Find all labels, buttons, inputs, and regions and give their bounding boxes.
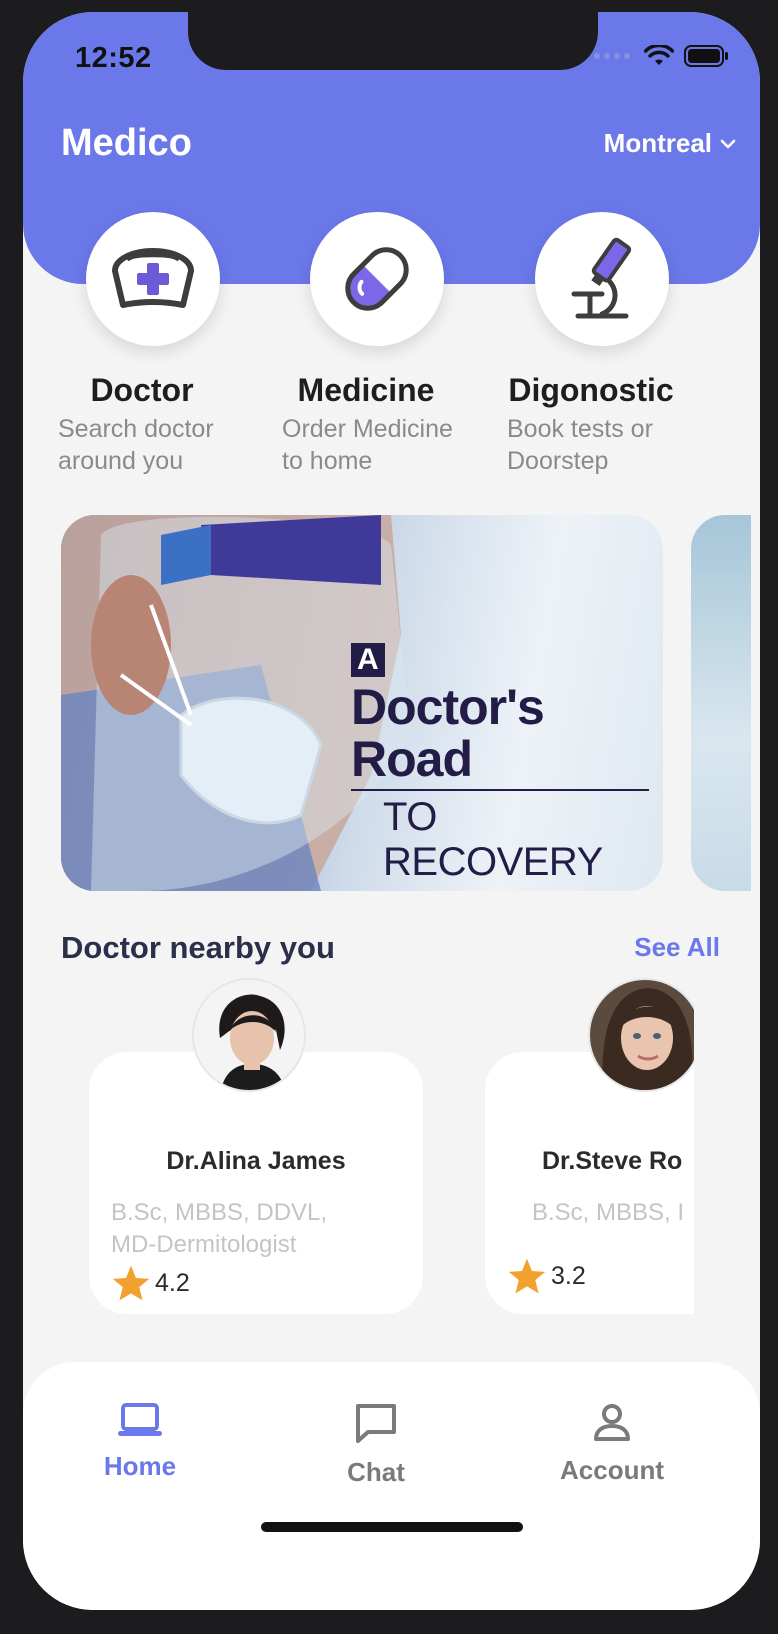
promo-banner[interactable]: A Doctor's Road TO RECOVERY <box>61 515 663 891</box>
app-title: Medico <box>61 122 192 164</box>
banner-line2: TO RECOVERY <box>383 795 603 884</box>
banner-title: A Doctor's Road TO RECOVERY <box>351 643 663 885</box>
service-name: Digonostic <box>508 372 674 408</box>
service-desc-line: Search doctor <box>58 415 214 443</box>
nav-chat[interactable]: Chat <box>286 1402 466 1488</box>
promo-banner-next[interactable] <box>691 515 751 891</box>
pill-icon <box>345 247 409 311</box>
service-desc-line: Book tests or <box>507 415 653 443</box>
star-icon <box>508 1258 546 1294</box>
battery-icon <box>684 45 728 67</box>
status-time: 12:52 <box>75 42 152 74</box>
service-desc-line: to home <box>282 447 373 475</box>
service-desc-line: Doorstep <box>507 447 609 475</box>
status-icons <box>594 44 730 68</box>
home-indicator[interactable] <box>261 1522 523 1532</box>
wifi-icon <box>644 45 674 65</box>
city-label: Montreal <box>603 128 712 158</box>
doctor-name: Dr.Steve Ro <box>542 1147 683 1175</box>
laptop-icon <box>118 1403 162 1436</box>
doctor-rating: 3.2 <box>507 1257 586 1295</box>
chevron-down-icon <box>720 139 736 148</box>
service-desc-line: around you <box>58 447 184 475</box>
user-icon <box>594 1404 630 1441</box>
doctor-degree-line: B.Sc, MBBS, DDVL, <box>111 1199 328 1226</box>
doctor-degrees: B.Sc, MBBS, DDVL, MD-Dermitologist <box>111 1197 371 1261</box>
service-medicine-circle[interactable] <box>310 212 444 346</box>
doctor-photo <box>590 980 694 1090</box>
service-desc: Book tests or Doorstep <box>472 413 692 477</box>
see-all-link[interactable]: See All <box>634 932 720 963</box>
doctor-rating: 4.2 <box>111 1264 190 1302</box>
nav-chat-label: Chat <box>347 1457 405 1487</box>
star-icon <box>112 1265 150 1301</box>
section-title: Doctor nearby you <box>61 930 335 965</box>
service-doctor[interactable]: Doctor Search doctor around you <box>23 212 243 477</box>
microscope-icon <box>571 237 632 319</box>
service-diagnostic-circle[interactable] <box>535 212 669 346</box>
bottom-nav: Home Chat Account <box>23 1362 760 1610</box>
nav-home[interactable]: Home <box>50 1402 230 1482</box>
service-name: Doctor <box>90 372 194 408</box>
notch <box>188 12 598 70</box>
banner-badge: A <box>351 643 385 677</box>
nav-home-label: Home <box>103 1451 177 1481</box>
phone-screen: 12:52 Medico Montreal Doctor Search doct… <box>23 12 760 1610</box>
service-doctor-circle[interactable] <box>86 212 220 346</box>
chat-bubble-icon <box>356 1404 396 1443</box>
doctor-list: Dr.Alina James B.Sc, MBBS, DDVL, MD-Derm… <box>23 972 694 1332</box>
doctor-degree-line: B.Sc, MBBS, I <box>532 1199 685 1226</box>
service-medicine[interactable]: Medicine Order Medicine to home <box>247 212 467 477</box>
banner-divider <box>351 789 649 791</box>
doctor-avatar[interactable] <box>588 978 694 1092</box>
city-selector[interactable]: Montreal <box>604 128 736 159</box>
doctor-rating-value: 3.2 <box>551 1261 586 1290</box>
doctor-cap-icon <box>112 248 194 308</box>
service-desc: Order Medicine to home <box>247 413 467 477</box>
nav-account-label: Account <box>560 1455 664 1485</box>
doctor-degrees: B.Sc, MBBS, I <box>532 1197 694 1229</box>
doctor-degree-line: MD-Dermitologist <box>111 1231 297 1258</box>
doctor-photo <box>194 980 304 1090</box>
nav-account[interactable]: Account <box>522 1402 702 1486</box>
banner-line1: Doctor's Road <box>351 679 545 787</box>
service-desc-line: Order Medicine <box>282 415 453 443</box>
service-desc: Search doctor around you <box>23 413 243 477</box>
doctor-name: Dr.Alina James <box>166 1147 346 1175</box>
service-name: Medicine <box>297 372 435 408</box>
signal-icon <box>594 53 630 59</box>
service-diagnostic[interactable]: Digonostic Book tests or Doorstep <box>472 212 692 477</box>
doctor-card[interactable]: Dr.Steve Ro B.Sc, MBBS, I 3.2 <box>485 1052 694 1314</box>
doctor-avatar[interactable] <box>192 978 306 1092</box>
doctor-rating-value: 4.2 <box>155 1268 190 1297</box>
